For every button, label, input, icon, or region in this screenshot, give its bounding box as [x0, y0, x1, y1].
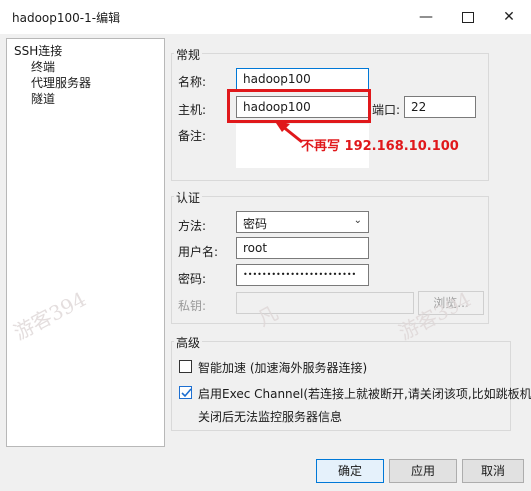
host-label: 主机: — [178, 103, 207, 117]
cancel-button[interactable]: 取消 — [462, 459, 524, 483]
tree-item-ssh[interactable]: SSH连接 — [14, 42, 62, 59]
tree-item-proxy[interactable]: 代理服务器 — [31, 74, 91, 91]
exec-channel-label: 启用Exec Channel(若连接上就被断开,请关闭该项,比如跳板机) — [198, 387, 531, 401]
method-value: 密码 — [243, 217, 268, 231]
apply-button[interactable]: 应用 — [389, 459, 457, 483]
exec-channel-note: 关闭后无法监控服务器信息 — [198, 410, 343, 424]
note-label: 备注: — [178, 129, 207, 143]
username-label: 用户名: — [178, 245, 219, 259]
general-group-title: 常规 — [174, 46, 203, 63]
auth-group-title: 认证 — [174, 189, 203, 206]
tree-item-terminal[interactable]: 终端 — [31, 58, 55, 75]
method-select[interactable]: 密码 ⌄ — [236, 211, 369, 233]
title-bar: hadoop100-1-编辑 — ✕ — [0, 0, 531, 34]
annotation-text: 不再写 192.168.10.100 — [301, 139, 459, 154]
password-label: 密码: — [178, 272, 207, 286]
category-tree: SSH连接 终端 代理服务器 隧道 — [6, 38, 165, 447]
smart-accel-checkbox[interactable] — [179, 360, 192, 373]
smart-accel-label: 智能加速 (加速海外服务器连接) — [198, 361, 368, 375]
advanced-group-title: 高级 — [174, 334, 203, 351]
exec-channel-checkbox[interactable] — [179, 386, 192, 399]
window-title: hadoop100-1-编辑 — [12, 11, 121, 25]
ok-button[interactable]: 确定 — [316, 459, 384, 483]
name-label: 名称: — [178, 75, 207, 89]
maximize-icon[interactable] — [453, 6, 483, 28]
username-field[interactable]: root — [236, 237, 369, 259]
password-field[interactable]: •••••••••••••••••••••••• — [236, 264, 369, 286]
minimize-icon[interactable]: — — [411, 6, 441, 28]
method-label: 方法: — [178, 219, 207, 233]
chevron-down-icon: ⌄ — [353, 215, 362, 226]
private-key-label: 私钥: — [178, 299, 207, 313]
port-label: 端口: — [372, 103, 401, 117]
name-field[interactable]: hadoop100 — [236, 68, 369, 90]
close-icon[interactable]: ✕ — [494, 6, 524, 28]
port-field[interactable]: 22 — [404, 96, 476, 118]
check-icon — [181, 388, 192, 398]
tree-item-tunnel[interactable]: 隧道 — [31, 90, 55, 107]
